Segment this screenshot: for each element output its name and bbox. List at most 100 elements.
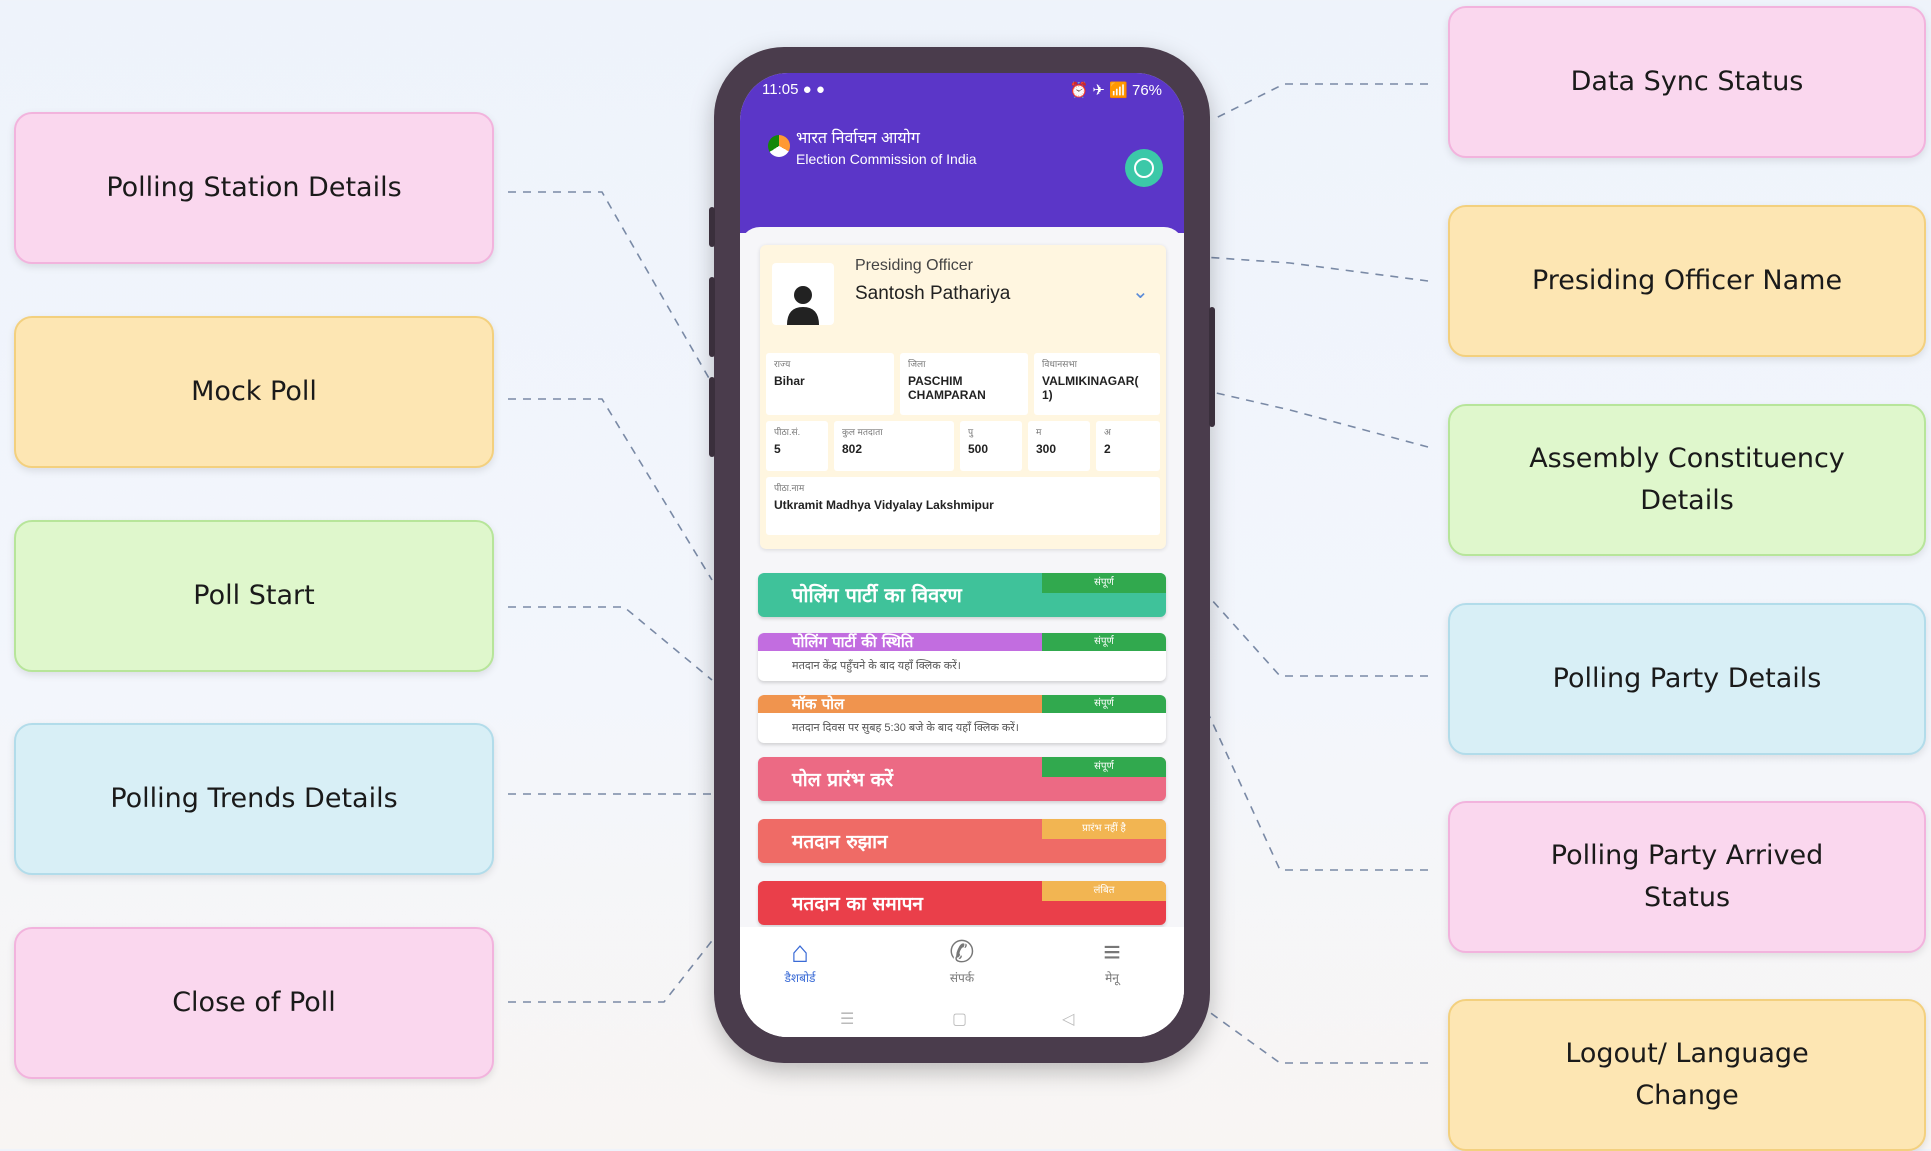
phone-side-button xyxy=(709,277,715,357)
sync-ring xyxy=(1134,158,1154,178)
callout-label: Poll Start xyxy=(193,580,315,612)
male-voters-label: पु xyxy=(968,427,974,437)
booth-name-cell: पीठा.नाम Utkramit Madhya Vidyalay Lakshmi… xyxy=(766,477,1160,535)
callout-label: Polling Party Arrived Status xyxy=(1551,835,1823,919)
female-voters-value: 300 xyxy=(1036,442,1057,456)
callout-poll-start: Poll Start xyxy=(14,520,494,672)
avatar xyxy=(772,263,834,325)
polling-party-details-row[interactable]: पोलिंग पार्टी का विवरण संपूर्ण xyxy=(758,573,1166,617)
row-hint: मतदान केंद्र पहुँचने के बाद यहाँ क्लिक क… xyxy=(792,660,961,672)
nav-contact-label: संपर्क xyxy=(949,971,975,985)
officer-name: Santosh Pathariya xyxy=(855,283,1011,304)
status-badge: प्रारंभ नहीं है xyxy=(1042,819,1166,839)
callout-data-sync-status: Data Sync Status xyxy=(1448,6,1926,158)
back-icon[interactable]: ◁ xyxy=(1062,1009,1074,1029)
male-voters-value: 500 xyxy=(968,442,989,456)
phone-side-button xyxy=(1209,307,1215,427)
district-cell: जिला PASCHIM CHAMPARAN xyxy=(900,353,1028,415)
callout-label: Polling Trends Details xyxy=(110,783,398,815)
polling-party-status-row[interactable]: पोलिंग पार्टी की स्थिति संपूर्ण मतदान के… xyxy=(758,633,1166,681)
assembly-cell: विधानसभा VALMIKINAGAR( 1) xyxy=(1034,353,1160,415)
phone-screen: 11:05 ● ● ⏰ ✈ 📶 76% भारत निर्वाचन आयोग E… xyxy=(740,73,1184,1037)
polling-trends-row[interactable]: मतदान रुझान प्रारंभ नहीं है xyxy=(758,819,1166,863)
callout-assembly-constituency-details: Assembly Constituency Details xyxy=(1448,404,1926,556)
callout-label: Presiding Officer Name xyxy=(1531,265,1843,297)
status-bar: 11:05 ● ● ⏰ ✈ 📶 76% xyxy=(762,81,1162,105)
callout-label: Data Sync Status xyxy=(1570,66,1804,98)
eci-logo-icon xyxy=(768,135,790,157)
row-title: पोलिंग पार्टी की स्थिति xyxy=(792,633,914,651)
eci-title-hindi: भारत निर्वाचन आयोग xyxy=(796,130,920,147)
row-title: मॉक पोल xyxy=(792,695,845,713)
row-hint: मतदान दिवस पर सुबह 5:30 बजे के बाद यहाँ … xyxy=(792,722,1019,734)
system-home-icon[interactable]: ▢ xyxy=(952,1009,967,1029)
status-badge: संपूर्ण xyxy=(1042,573,1166,593)
dashboard-content: Presiding Officer Santosh Pathariya ⌄ रा… xyxy=(740,227,1184,1037)
callout-label: Polling Party Details xyxy=(1552,663,1822,695)
app-header: 11:05 ● ● ⏰ ✈ 📶 76% भारत निर्वाचन आयोग E… xyxy=(740,73,1184,233)
status-right-icons: ⏰ ✈ 📶 76% xyxy=(1069,82,1162,99)
female-voters-cell: म 300 xyxy=(1028,421,1090,471)
assembly-value: VALMIKINAGAR( 1) xyxy=(1042,374,1139,402)
assembly-label: विधानसभा xyxy=(1042,359,1077,369)
callout-close-of-poll: Close of Poll xyxy=(14,927,494,1079)
phone-mockup: 11:05 ● ● ⏰ ✈ 📶 76% भारत निर्वाचन आयोग E… xyxy=(709,47,1215,1063)
state-value: Bihar xyxy=(774,374,805,388)
other-voters-label: अ xyxy=(1104,427,1111,437)
callout-line-1: Assembly Constituency xyxy=(1529,443,1845,475)
booth-name-label: पीठा.नाम xyxy=(774,483,805,493)
state-label: राज्य xyxy=(774,359,791,369)
phone-side-button xyxy=(709,377,715,457)
callout-label: Close of Poll xyxy=(172,987,336,1019)
status-badge: संपूर्ण xyxy=(1042,633,1166,651)
user-icon xyxy=(787,286,819,325)
callout-line-1: Polling Party Arrived xyxy=(1550,840,1824,872)
callout-label: Assembly Constituency Details xyxy=(1529,438,1845,522)
nav-menu[interactable]: ≡ मेनू xyxy=(1072,937,1152,986)
callout-label: Polling Station Details xyxy=(106,172,402,204)
poll-start-row[interactable]: पोल प्रारंभ करें संपूर्ण xyxy=(758,757,1166,801)
other-voters-cell: अ2 xyxy=(1096,421,1160,471)
nav-contact[interactable]: ✆ संपर्क xyxy=(922,937,1002,986)
callout-presiding-officer-name: Presiding Officer Name xyxy=(1448,205,1926,357)
recent-apps-icon[interactable]: ☰ xyxy=(840,1009,854,1029)
close-of-poll-row[interactable]: मतदान का समापन लंबित xyxy=(758,881,1166,925)
callout-polling-station-details: Polling Station Details xyxy=(14,112,494,264)
eci-title: भारत निर्वाचन आयोग Election Commission o… xyxy=(796,129,977,168)
district-label: जिला xyxy=(908,359,926,369)
row-title: पोलिंग पार्टी का विवरण xyxy=(792,583,962,607)
callout-line-2: Change xyxy=(1635,1080,1739,1111)
callout-polling-trends-details: Polling Trends Details xyxy=(14,723,494,875)
row-title: मतदान का समापन xyxy=(792,893,923,915)
phone-side-button xyxy=(709,207,715,247)
callout-line-2: Status xyxy=(1643,882,1731,913)
menu-icon: ≡ xyxy=(1103,936,1121,969)
status-left: 11:05 ● ● xyxy=(762,81,825,105)
total-voters-label: कुल मतदाता xyxy=(842,427,883,437)
female-voters-label: म xyxy=(1036,427,1042,437)
bottom-navigation: ⌂ डैशबोर्ड ✆ संपर्क ≡ मेनू ☰ ▢ ◁ xyxy=(740,927,1184,1037)
chevron-down-icon[interactable]: ⌄ xyxy=(1132,279,1149,304)
booth-name-value: Utkramit Madhya Vidyalay Lakshmipur xyxy=(774,498,994,512)
mock-poll-row[interactable]: मॉक पोल संपूर्ण मतदान दिवस पर सुबह 5:30 … xyxy=(758,695,1166,743)
nav-dashboard-label: डैशबोर्ड xyxy=(784,971,816,985)
status-badge: लंबित xyxy=(1042,881,1166,901)
status-badge: संपूर्ण xyxy=(1042,757,1166,777)
callout-label: Logout/ Language Change xyxy=(1565,1033,1808,1117)
total-voters-value: 802 xyxy=(842,442,863,456)
row-title: पोल प्रारंभ करें xyxy=(792,769,894,791)
home-icon: ⌂ xyxy=(790,936,810,969)
callout-polling-party-details: Polling Party Details xyxy=(1448,603,1926,755)
callout-line-1: Logout/ Language xyxy=(1565,1038,1809,1070)
notification-icons: ● ● xyxy=(802,81,825,98)
sync-status-icon[interactable] xyxy=(1125,149,1163,187)
nav-dashboard[interactable]: ⌂ डैशबोर्ड xyxy=(760,937,840,986)
male-voters-cell: पु 500 xyxy=(960,421,1022,471)
callout-mock-poll: Mock Poll xyxy=(14,316,494,468)
booth-number-value: 5 xyxy=(774,442,781,456)
district-value: PASCHIM CHAMPARAN xyxy=(908,374,986,402)
callout-label: Mock Poll xyxy=(191,376,317,408)
eci-title-english: Election Commission of India xyxy=(796,150,977,167)
status-time: 11:05 xyxy=(762,81,799,98)
phone-icon: ✆ xyxy=(949,936,975,969)
